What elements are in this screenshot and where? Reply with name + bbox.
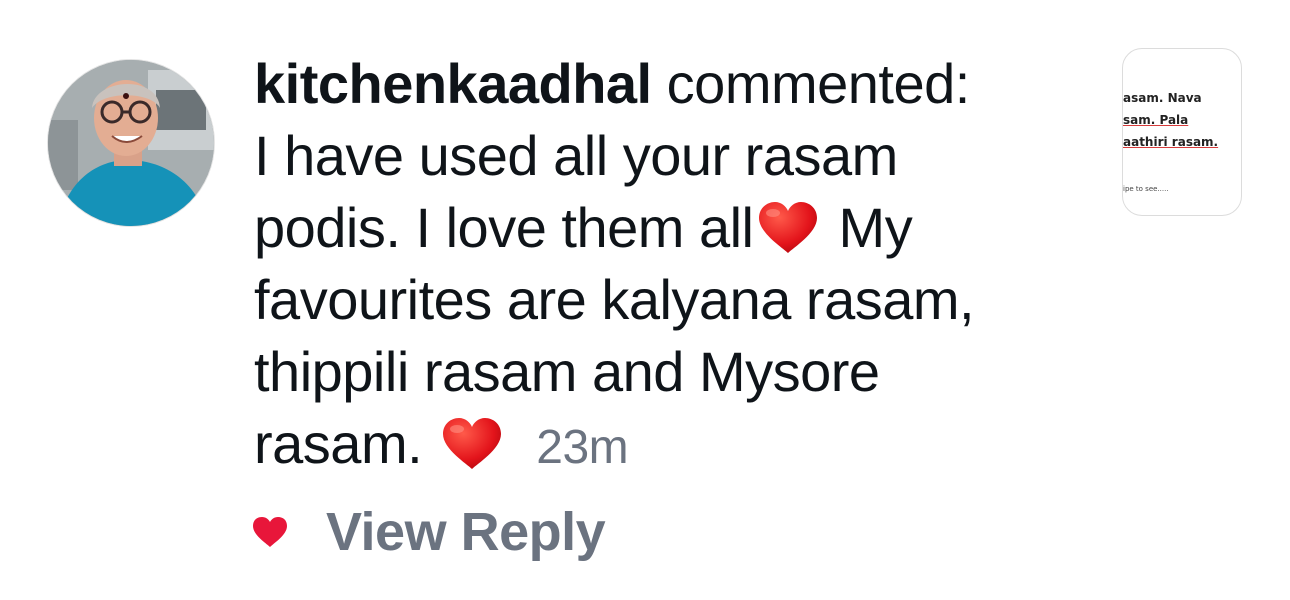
red-heart-emoji: [759, 202, 818, 253]
thumbnail-line: asam. Nava: [1123, 91, 1202, 105]
heart-icon[interactable]: [252, 516, 288, 548]
actions-row: View Reply: [252, 500, 606, 564]
comment-line: thippili rasam and Mysore: [254, 340, 880, 403]
view-reply-button[interactable]: View Reply: [326, 501, 606, 563]
comment-notification[interactable]: kitchenkaadhal commented: I have used al…: [0, 0, 1290, 600]
thumbnail-swipe-text: ipe to see.....: [1123, 185, 1169, 193]
comment-text: kitchenkaadhal commented: I have used al…: [254, 48, 1074, 484]
action-text: commented:: [666, 52, 971, 115]
comment-line: podis. I love them all: [254, 196, 754, 259]
comment-line: rasam.: [254, 412, 423, 475]
thumbnail-line: aathiri rasam.: [1123, 135, 1219, 149]
comment-line: favourites are kalyana rasam,: [254, 268, 975, 331]
post-thumbnail[interactable]: asam. Nava sam. Pala aathiri rasam. ipe …: [1122, 48, 1242, 216]
thumbnail-text: asam. Nava sam. Pala aathiri rasam.: [1123, 87, 1241, 153]
thumbnail-line: sam. Pala: [1123, 113, 1189, 127]
avatar-photo: [48, 60, 214, 226]
comment-line: I have used all your rasam: [254, 124, 898, 187]
avatar[interactable]: [48, 60, 214, 226]
timestamp: 23m: [536, 421, 629, 474]
username[interactable]: kitchenkaadhal: [254, 52, 652, 115]
comment-line: My: [838, 196, 913, 259]
red-heart-emoji: [443, 418, 502, 469]
